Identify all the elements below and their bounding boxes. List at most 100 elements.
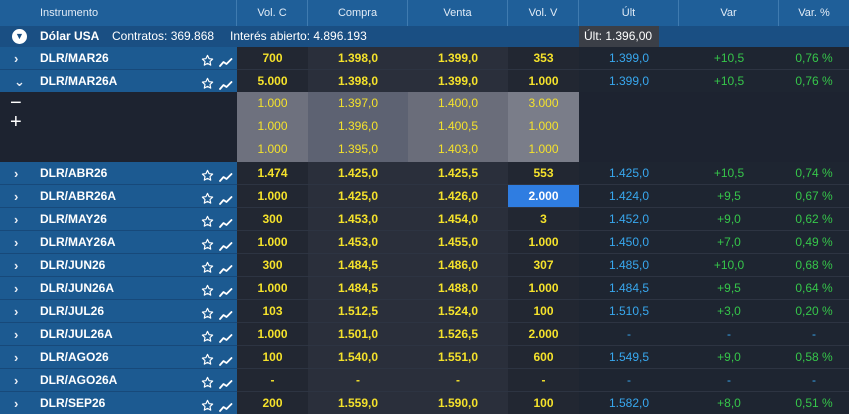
venta-cell[interactable]: 1.590,0: [408, 392, 508, 414]
compra-cell[interactable]: 1.540,0: [308, 346, 408, 368]
table-row[interactable]: › DLR/JUN26A 1.000 1.484,5 1.488,0 1.000 1.484…: [0, 277, 849, 300]
table-row[interactable]: › DLR/MAY26 300 1.453,0 1.454,0 3 1.452,0 +9,0 0…: [0, 208, 849, 231]
instrument-cell[interactable]: › DLR/SEP26: [0, 392, 237, 414]
vol-v-cell[interactable]: 1.000: [508, 277, 579, 299]
table-row[interactable]: › DLR/MAY26A 1.000 1.453,0 1.455,0 1.000 1.450…: [0, 231, 849, 254]
star-icon[interactable]: [201, 282, 214, 296]
chart-icon[interactable]: [219, 283, 233, 297]
book-venta[interactable]: 1.400,5: [408, 115, 508, 138]
book-vol-c[interactable]: 1.000: [237, 92, 308, 115]
header-vol-v[interactable]: Vol. V: [508, 0, 579, 26]
chevron-right-icon[interactable]: ›: [14, 346, 18, 369]
star-icon[interactable]: [201, 167, 214, 181]
header-venta[interactable]: Venta: [408, 0, 508, 26]
compra-cell[interactable]: 1.398,0: [308, 70, 408, 92]
chart-icon[interactable]: [219, 398, 233, 412]
chart-icon[interactable]: [219, 168, 233, 182]
plus-icon[interactable]: +: [10, 111, 22, 133]
book-vol-c[interactable]: 1.000: [237, 138, 308, 161]
vol-c-cell[interactable]: 300: [237, 254, 308, 276]
vol-v-cell[interactable]: 3: [508, 208, 579, 230]
instrument-cell[interactable]: ⌄ DLR/MAR26A: [0, 70, 237, 93]
table-row[interactable]: › DLR/JUL26 103 1.512,5 1.524,0 100 1.510,5 +3,…: [0, 300, 849, 323]
star-icon[interactable]: [201, 75, 214, 89]
venta-cell[interactable]: 1.486,0: [408, 254, 508, 276]
vol-v-cell[interactable]: 353: [508, 47, 579, 69]
vol-c-cell[interactable]: 1.000: [237, 323, 308, 345]
instrument-cell[interactable]: › DLR/JUL26: [0, 300, 237, 323]
book-venta[interactable]: 1.403,0: [408, 138, 508, 161]
book-compra[interactable]: 1.397,0: [308, 92, 408, 115]
star-icon[interactable]: [201, 374, 214, 388]
chevron-down-icon[interactable]: ⌄: [14, 70, 25, 93]
venta-cell[interactable]: -: [408, 369, 508, 391]
header-ult[interactable]: Últ: [579, 0, 679, 26]
table-row[interactable]: › DLR/ABR26A 1.000 1.425,0 1.426,0 2.000 1.424…: [0, 185, 849, 208]
star-icon[interactable]: [201, 351, 214, 365]
header-vol-c[interactable]: Vol. C: [237, 0, 308, 26]
chevron-right-icon[interactable]: ›: [14, 185, 18, 208]
chart-icon[interactable]: [219, 214, 233, 228]
chevron-right-icon[interactable]: ›: [14, 392, 18, 414]
venta-cell[interactable]: 1.524,0: [408, 300, 508, 322]
star-icon[interactable]: [201, 190, 214, 204]
compra-cell[interactable]: 1.425,0: [308, 185, 408, 207]
chart-icon[interactable]: [219, 306, 233, 320]
chevron-right-icon[interactable]: ›: [14, 162, 18, 185]
star-icon[interactable]: [201, 328, 214, 342]
vol-c-cell[interactable]: 100: [237, 346, 308, 368]
book-vol-v[interactable]: 3.000: [508, 92, 579, 115]
compra-cell[interactable]: 1.559,0: [308, 392, 408, 414]
instrument-cell[interactable]: › DLR/JUL26A: [0, 323, 237, 346]
book-compra[interactable]: 1.396,0: [308, 115, 408, 138]
chart-icon[interactable]: [219, 237, 233, 251]
venta-cell[interactable]: 1.551,0: [408, 346, 508, 368]
instrument-cell[interactable]: › DLR/MAY26: [0, 208, 237, 231]
table-row[interactable]: › DLR/ABR26 1.474 1.425,0 1.425,5 553 1.425,0 +…: [0, 162, 849, 185]
star-icon[interactable]: [201, 305, 214, 319]
venta-cell[interactable]: 1.488,0: [408, 277, 508, 299]
book-compra[interactable]: 1.395,0: [308, 138, 408, 161]
chevron-right-icon[interactable]: ›: [14, 277, 18, 300]
vol-v-cell[interactable]: 1.000: [508, 70, 579, 92]
collapse-group-icon[interactable]: ▼: [12, 29, 27, 44]
vol-c-cell[interactable]: -: [237, 369, 308, 391]
header-instrumento[interactable]: Instrumento: [0, 0, 237, 26]
group-row-dolar[interactable]: ▼ Dólar USA Contratos: 369.868 Interés a…: [0, 26, 849, 47]
compra-cell[interactable]: 1.425,0: [308, 162, 408, 184]
compra-cell[interactable]: 1.398,0: [308, 47, 408, 69]
header-compra[interactable]: Compra: [308, 0, 408, 26]
venta-cell[interactable]: 1.454,0: [408, 208, 508, 230]
instrument-cell[interactable]: › DLR/JUN26: [0, 254, 237, 277]
chart-icon[interactable]: [219, 53, 233, 67]
instrument-cell[interactable]: › DLR/AGO26: [0, 346, 237, 369]
chevron-right-icon[interactable]: ›: [14, 300, 18, 323]
book-vol-v[interactable]: 1.000: [508, 115, 579, 138]
chart-icon[interactable]: [219, 191, 233, 205]
compra-cell[interactable]: 1.512,5: [308, 300, 408, 322]
vol-c-cell[interactable]: 1.000: [237, 231, 308, 253]
chart-icon[interactable]: [219, 352, 233, 366]
book-vol-v[interactable]: 1.000: [508, 138, 579, 161]
compra-cell[interactable]: 1.453,0: [308, 231, 408, 253]
vol-v-cell[interactable]: 553: [508, 162, 579, 184]
vol-c-cell[interactable]: 1.000: [237, 185, 308, 207]
chevron-right-icon[interactable]: ›: [14, 208, 18, 231]
vol-v-cell[interactable]: 2.000: [508, 323, 579, 345]
chevron-right-icon[interactable]: ›: [14, 369, 18, 392]
table-row[interactable]: › DLR/MAR26 700 1.398,0 1.399,0 353 1.399,0 +10…: [0, 47, 849, 70]
vol-v-cell[interactable]: 1.000: [508, 231, 579, 253]
chart-icon[interactable]: [219, 76, 233, 90]
vol-c-cell[interactable]: 200: [237, 392, 308, 414]
table-row[interactable]: › DLR/JUN26 300 1.484,5 1.486,0 307 1.485,0 +10…: [0, 254, 849, 277]
instrument-cell[interactable]: › DLR/ABR26A: [0, 185, 237, 208]
compra-cell[interactable]: 1.453,0: [308, 208, 408, 230]
star-icon[interactable]: [201, 236, 214, 250]
vol-c-cell[interactable]: 300: [237, 208, 308, 230]
chevron-right-icon[interactable]: ›: [14, 47, 18, 70]
venta-cell[interactable]: 1.455,0: [408, 231, 508, 253]
table-row[interactable]: › DLR/JUL26A 1.000 1.501,0 1.526,5 2.000- - -: [0, 323, 849, 346]
compra-cell[interactable]: 1.501,0: [308, 323, 408, 345]
header-var-pct[interactable]: Var. %: [779, 0, 849, 26]
venta-cell[interactable]: 1.526,5: [408, 323, 508, 345]
